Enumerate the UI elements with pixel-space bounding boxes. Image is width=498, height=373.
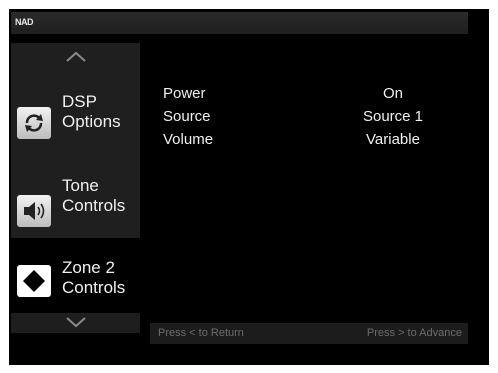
setting-row-volume[interactable]: Volume Variable	[163, 131, 463, 154]
hint-bar: Press < to Return Press > to Advance	[150, 323, 468, 344]
refresh-icon	[17, 107, 51, 139]
setting-name: Source	[163, 108, 211, 125]
setting-row-power[interactable]: Power On	[163, 85, 463, 108]
menu-item-label: Tone Controls	[62, 176, 126, 215]
menu-item-dsp-options[interactable]: DSP Options	[11, 85, 140, 155]
menu-item-zone2-controls[interactable]: Zone 2 Controls	[11, 242, 140, 312]
diamond-icon	[17, 265, 51, 297]
chevron-down-icon	[65, 317, 86, 328]
setting-value: Variable	[366, 131, 420, 148]
title-bar: NAD	[11, 12, 468, 34]
setting-value: On	[382, 85, 403, 102]
zone-menu: DSP Options Tone Controls Zone 2 Control…	[11, 43, 140, 338]
scroll-up-button[interactable]	[11, 45, 140, 71]
setting-value: Source 1	[362, 108, 424, 125]
settings-list: Power On Source Source 1 Volume Variable	[163, 85, 463, 154]
advance-hint: Press > to Advance	[366, 327, 462, 339]
speaker-icon	[17, 195, 51, 227]
return-hint: Press < to Return	[158, 327, 244, 339]
setting-name: Volume	[163, 131, 214, 148]
chevron-up-icon	[65, 51, 86, 62]
setting-row-source[interactable]: Source Source 1	[163, 108, 463, 131]
menu-item-tone-controls[interactable]: Tone Controls	[11, 169, 140, 239]
setting-name: Power	[163, 85, 206, 102]
menu-item-label: DSP Options	[62, 92, 121, 131]
scroll-down-button[interactable]	[11, 313, 140, 333]
menu-item-label: Zone 2 Controls	[62, 258, 126, 297]
brand-logo: NAD	[15, 17, 34, 27]
